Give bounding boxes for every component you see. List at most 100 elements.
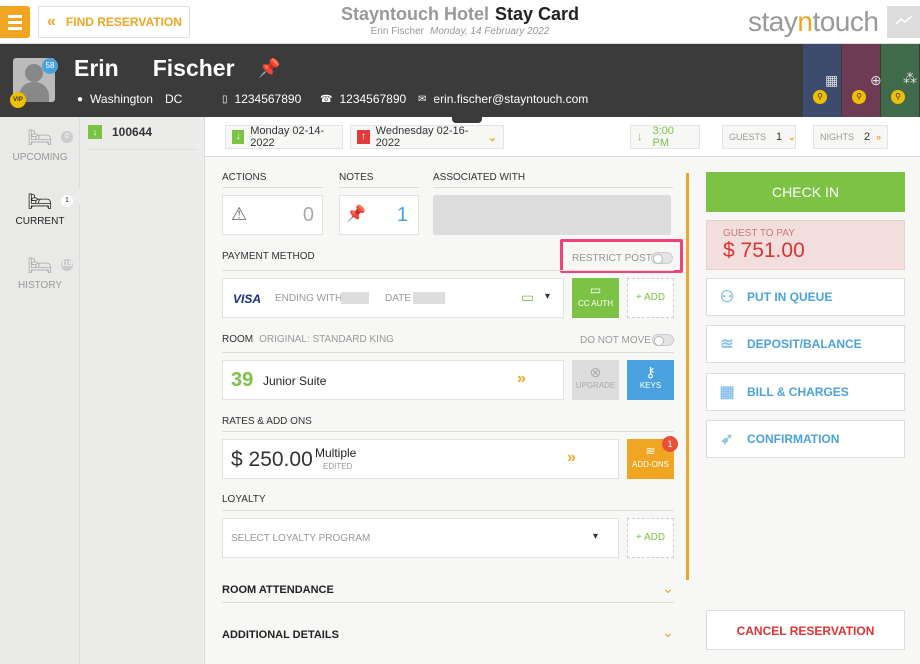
- guest-location: ● Washington DC: [77, 92, 182, 106]
- chevron-double-down-icon[interactable]: ⌄: [662, 624, 674, 641]
- search-icon: ⚲: [813, 90, 827, 104]
- guest-state: DC: [164, 92, 183, 106]
- room-card[interactable]: 39 Junior Suite »: [222, 360, 564, 400]
- additional-details-header[interactable]: ADDITIONAL DETAILS: [222, 629, 339, 641]
- room-label: ROOM ORIGINAL: STANDARD KING: [222, 334, 394, 345]
- nights-count[interactable]: NIGHTS 2»: [813, 125, 888, 149]
- page-title-block: Stayntouch Hotel Stay Card Erin Fischer Mo…: [300, 4, 620, 37]
- visa-logo: VISA: [233, 292, 262, 306]
- close-circle-icon: ⊗: [589, 364, 602, 380]
- arrival-time[interactable]: ↓ 3:00 PM: [630, 125, 700, 149]
- check-in-button[interactable]: CHECK IN: [706, 172, 905, 212]
- departure-date[interactable]: ↑ Wednesday 02-16-2022 ⌄: [350, 125, 504, 149]
- arrival-arrow-icon: ↓: [232, 130, 245, 144]
- add-payment-button[interactable]: + ADD: [627, 278, 674, 318]
- tile-company[interactable]: ▦ ⚲: [803, 44, 841, 117]
- credit-card-icon: ▭: [521, 289, 535, 305]
- double-chevron-right-icon: »: [876, 132, 882, 142]
- stayntouch-logo: stayntouch: [748, 6, 879, 37]
- tile-group[interactable]: ⁂ ⚲: [881, 44, 919, 117]
- reservation-item[interactable]: ↓ 100644: [88, 125, 152, 139]
- add-loyalty-button[interactable]: + ADD: [627, 518, 674, 558]
- phone-icon: ☎: [320, 93, 333, 105]
- masked-card-number: [341, 292, 369, 304]
- actions-button[interactable]: ⚠ 0: [222, 195, 323, 235]
- menu-button[interactable]: [0, 6, 30, 38]
- guests-count[interactable]: GUESTS 1 ⌄: [722, 125, 796, 149]
- payment-method-label: PAYMENT METHOD: [222, 251, 315, 262]
- guest-name[interactable]: Erin Fischer: [74, 55, 235, 82]
- deposit-balance-button[interactable]: ≊ DEPOSIT/BALANCE: [706, 325, 905, 363]
- loyalty-select[interactable]: SELECT LOYALTY PROGRAM ▾: [222, 518, 619, 558]
- upcoming-count: 0: [61, 131, 73, 143]
- building-icon: ▦: [825, 72, 839, 88]
- guest-phone[interactable]: ☎ 1234567890: [320, 92, 406, 106]
- arrival-date[interactable]: ↓ Monday 02-14-2022: [225, 125, 343, 149]
- reservation-list: ↓ 100644: [80, 117, 205, 664]
- double-chevron-right-icon: »: [517, 370, 526, 387]
- guest-to-pay-amount: $ 751.00: [723, 239, 805, 262]
- search-icon: ⚲: [852, 90, 866, 104]
- guest-to-pay-label: GUEST TO PAY: [723, 228, 795, 239]
- rate-card[interactable]: $ 250.00 Multiple EDITED »: [222, 439, 619, 479]
- location-pin-icon: ●: [77, 93, 84, 105]
- guest-email[interactable]: ✉ erin.fischer@stayntouch.com: [418, 92, 588, 106]
- associated-with-field[interactable]: [433, 195, 671, 235]
- reservation-number: 100644: [112, 125, 153, 139]
- put-in-queue-button[interactable]: ⚇ PUT IN QUEUE: [706, 278, 905, 316]
- page-title: Stay Card: [494, 4, 580, 24]
- room-type: Junior Suite: [263, 374, 327, 388]
- group-icon: ⁂: [903, 70, 917, 86]
- notes-label: NOTES: [339, 172, 374, 183]
- cc-auth-button[interactable]: ▭ CC AUTH: [572, 278, 619, 318]
- pin-icon[interactable]: 📌: [258, 58, 280, 79]
- globe-icon: ⊕: [870, 72, 882, 88]
- original-room-type: ORIGINAL: STANDARD KING: [259, 334, 394, 345]
- cancel-reservation-button[interactable]: CANCEL RESERVATION: [706, 610, 905, 650]
- rate-name: Multiple: [315, 446, 357, 460]
- mobile-icon: ▯: [222, 93, 228, 105]
- confirmation-button[interactable]: ➶ CONFIRMATION: [706, 420, 905, 458]
- sidebar-item-history[interactable]: 🛏 HISTORY 119: [0, 253, 80, 291]
- top-bar: « FIND RESERVATION Stayntouch Hotel Stay …: [0, 0, 920, 44]
- sidebar-item-upcoming[interactable]: 🛏 UPCOMING 0: [0, 125, 80, 163]
- do-not-move-toggle[interactable]: [652, 334, 674, 346]
- restrict-post-label: RESTRICT POST: [572, 253, 652, 264]
- departure-arrow-icon: ↑: [357, 130, 370, 144]
- current-indicator: [72, 189, 80, 205]
- calculator-icon: ▦: [719, 384, 735, 401]
- notes-button[interactable]: 📌 1: [339, 195, 419, 235]
- payment-card[interactable]: VISA ENDING WITH DATE ▭ ▾: [222, 278, 564, 318]
- arrow-down-icon: ↓: [637, 131, 643, 143]
- notes-count: 1: [396, 204, 408, 226]
- sidebar: 🛏 UPCOMING 0 🛏 CURRENT 1 🛏 HISTORY 119: [0, 117, 80, 664]
- room-number: 39: [231, 369, 254, 391]
- dashboard-chart-button[interactable]: [887, 6, 920, 38]
- rates-label: RATES & ADD ONS: [222, 416, 312, 427]
- room-attendance-header[interactable]: ROOM ATTENDANCE: [222, 584, 334, 596]
- drawer-handle[interactable]: [452, 115, 482, 123]
- business-date: Monday, 14 February 2022: [430, 26, 550, 37]
- do-not-move-label: DO NOT MOVE: [580, 335, 651, 346]
- dropdown-arrow-icon[interactable]: ▾: [545, 291, 550, 302]
- loyalty-label: LOYALTY: [222, 494, 266, 505]
- hotel-name: Stayntouch Hotel: [340, 4, 489, 24]
- chevron-double-down-icon[interactable]: ⌄: [662, 580, 674, 597]
- key-icon: ⚷: [645, 364, 656, 380]
- sidebar-item-current[interactable]: 🛏 CURRENT 1: [0, 189, 80, 227]
- upgrade-button[interactable]: ⊗ UPGRADE: [572, 360, 619, 400]
- vip-badge: VIP: [10, 92, 26, 108]
- rate-amount: $ 250.00: [231, 448, 313, 471]
- restrict-post-toggle[interactable]: [651, 252, 673, 264]
- keys-button[interactable]: ⚷ KEYS: [627, 360, 674, 400]
- find-reservation-button[interactable]: « FIND RESERVATION: [38, 6, 190, 38]
- bill-charges-button[interactable]: ▦ BILL & CHARGES: [706, 373, 905, 411]
- double-chevron-left-icon: «: [47, 13, 56, 30]
- stay-dates-bar: ↓ Monday 02-14-2022 ↑ Wednesday 02-16-2022…: [205, 117, 920, 157]
- coins-icon: ≊: [720, 336, 734, 353]
- guest-city: Washington: [90, 92, 153, 106]
- guest-mobile[interactable]: ▯ 1234567890: [222, 92, 301, 106]
- guest-header: 58 VIP Erin Fischer 📌 ● Washington DC ▯ 1234…: [0, 44, 920, 117]
- guest-to-pay: GUEST TO PAY $ 751.00: [706, 220, 905, 270]
- tile-travel-agent[interactable]: ⊕ ⚲: [842, 44, 882, 117]
